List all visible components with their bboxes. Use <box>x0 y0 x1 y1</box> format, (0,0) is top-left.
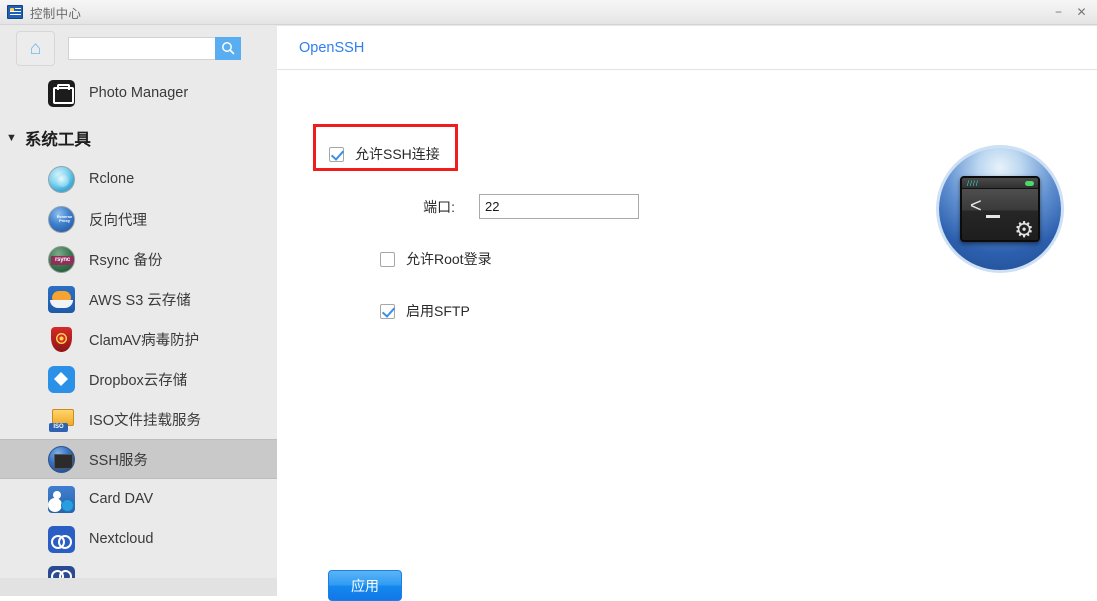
enable-sftp-row: 启用SFTP <box>277 301 1097 321</box>
search-button[interactable] <box>215 37 241 60</box>
allow-root-label: 允许Root登录 <box>406 249 492 269</box>
sidebar-item-nextcloud[interactable]: Nextcloud <box>0 519 277 559</box>
terminal-titlebar-graphic: //// <box>962 178 1038 189</box>
search-input[interactable] <box>68 37 215 60</box>
rsync-icon <box>48 246 75 273</box>
allow-ssh-label: 允许SSH连接 <box>355 144 440 164</box>
terminal-window-graphic: //// < ⚙ <box>960 176 1040 242</box>
sidebar-item-photo-manager[interactable]: Photo Manager <box>0 73 277 113</box>
sidebar-item-aws-s3[interactable]: AWS S3 云存储 <box>0 279 277 319</box>
photo-manager-icon <box>48 80 75 107</box>
sidebar-item-clamav[interactable]: ClamAV病毒防护 <box>0 319 277 359</box>
page-title: OpenSSH <box>277 26 1097 56</box>
sidebar-item-rclone[interactable]: Rclone <box>0 159 277 199</box>
sidebar-group-label: 系统工具 <box>25 126 91 150</box>
allow-ssh-row: 允许SSH连接 <box>277 144 1097 164</box>
enable-sftp-checkbox[interactable] <box>380 304 395 319</box>
sidebar-item-label: Photo Manager <box>89 85 188 101</box>
sidebar-item-label: 反向代理 <box>89 209 147 230</box>
close-button[interactable]: ✕ <box>1070 0 1093 25</box>
sidebar-list: Photo Manager ▼ 系统工具 Rclone 反向代理 Rsync 备… <box>0 71 277 596</box>
terminal-cursor-icon <box>986 215 1000 218</box>
window-titlebar: 控制中心 − ✕ <box>0 0 1097 25</box>
home-icon: ⌂ <box>30 39 41 58</box>
allow-ssh-checkbox[interactable] <box>329 147 344 162</box>
sidebar-item-label: AWS S3 云存储 <box>89 289 191 310</box>
terminal-stripes-icon: //// <box>967 181 979 188</box>
search-box <box>68 37 241 60</box>
apply-button[interactable]: 应用 <box>328 570 402 601</box>
nextcloud-icon <box>48 526 75 553</box>
terminal-led-icon <box>1025 181 1034 186</box>
aws-s3-icon <box>48 286 75 313</box>
enable-sftp-label: 启用SFTP <box>406 301 470 321</box>
sidebar: ⌂ Photo Manager ▼ 系统工具 Rclone <box>0 25 277 596</box>
sidebar-item-label: Card DAV <box>89 491 153 507</box>
sidebar-item-iso-mount[interactable]: ISO文件挂载服务 <box>0 399 277 439</box>
sidebar-item-dropbox[interactable]: Dropbox云存储 <box>0 359 277 399</box>
sidebar-item-label: Dropbox云存储 <box>89 369 187 390</box>
clamav-icon <box>48 326 75 353</box>
card-dav-icon <box>48 486 75 513</box>
ssh-icon <box>48 446 75 473</box>
port-input[interactable] <box>479 194 639 219</box>
home-button[interactable]: ⌂ <box>16 31 55 66</box>
allow-root-checkbox[interactable] <box>380 252 395 267</box>
sidebar-item-label: Nextcloud <box>89 531 153 547</box>
reverse-proxy-icon <box>48 206 75 233</box>
gear-icon: ⚙ <box>1014 219 1034 241</box>
sidebar-item-card-dav[interactable]: Card DAV <box>0 479 277 519</box>
main-panel: OpenSSH 允许SSH连接 端口: 允许Root登录 启用SFTP 应用 /… <box>277 25 1097 596</box>
control-center-icon <box>7 5 23 19</box>
window-title: 控制中心 <box>30 3 81 22</box>
iso-mount-icon <box>48 406 75 433</box>
search-icon <box>221 41 235 55</box>
ssh-terminal-icon: //// < ⚙ <box>939 148 1061 270</box>
sidebar-item-label: ClamAV病毒防护 <box>89 329 199 350</box>
sidebar-toolbar: ⌂ <box>0 25 277 71</box>
sidebar-item-label: Rsync 备份 <box>89 249 162 270</box>
port-label: 端口: <box>355 197 455 217</box>
settings-form: 允许SSH连接 端口: 允许Root登录 启用SFTP 应用 //// < <box>277 70 1097 321</box>
terminal-screen-graphic: < ⚙ <box>962 189 1038 242</box>
sidebar-group-system-tools[interactable]: ▼ 系统工具 <box>0 119 277 157</box>
sidebar-item-label: Rclone <box>89 171 134 187</box>
sidebar-item-ssh-service[interactable]: SSH服务 <box>0 439 277 479</box>
caret-down-icon: ▼ <box>6 133 17 144</box>
terminal-prompt-icon: < <box>970 196 982 216</box>
sidebar-item-reverse-proxy[interactable]: 反向代理 <box>0 199 277 239</box>
sidebar-bottom-edge <box>0 578 277 596</box>
minimize-button[interactable]: − <box>1047 0 1070 25</box>
sidebar-item-label: ISO文件挂载服务 <box>89 409 201 430</box>
window-controls: − ✕ <box>1047 0 1097 24</box>
sidebar-item-rsync-backup[interactable]: Rsync 备份 <box>0 239 277 279</box>
rclone-icon <box>48 166 75 193</box>
sidebar-item-label: SSH服务 <box>89 449 148 470</box>
dropbox-icon <box>48 366 75 393</box>
